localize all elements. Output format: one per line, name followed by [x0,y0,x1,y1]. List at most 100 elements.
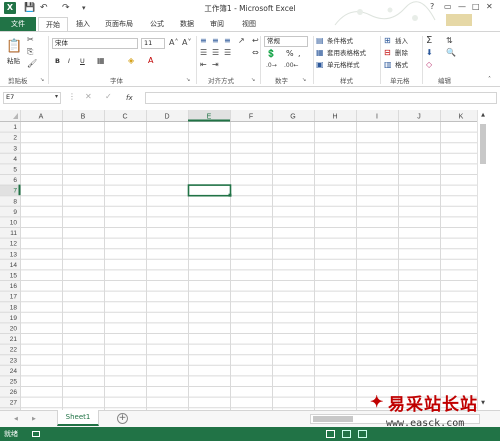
cancel-icon[interactable]: ✕ [85,92,92,102]
formula-input[interactable] [145,92,497,104]
format-as-table-button[interactable]: 套用表格格式 [327,48,366,58]
fill-color-icon[interactable]: ◈ [128,56,134,66]
column-header[interactable]: A [39,114,44,121]
row-header[interactable]: 2 [13,135,17,142]
align-left-icon[interactable]: ☰ [200,48,207,58]
number-format-select[interactable]: 常规 [264,36,308,47]
name-box-dropdown-icon[interactable]: ▾ [55,92,58,102]
percent-button[interactable]: % [286,49,294,59]
row-header[interactable]: 6 [13,177,17,184]
row-header[interactable]: 18 [10,304,18,311]
fill-handle[interactable] [228,193,232,197]
format-cells-icon[interactable]: ▥ [384,60,392,70]
paste-icon[interactable]: 📋 [6,38,22,56]
tab-formulas[interactable]: 公式 [144,17,170,31]
column-header[interactable]: I [376,114,378,121]
worksheet-grid[interactable]: A B C D E F G H I J K 1 2 3 4 5 6 7 8 9 10 11 12 13 14 15 16 17 18 19… [0,110,477,410]
row-header[interactable]: 7 [13,188,17,195]
row-header[interactable]: 1 [13,124,17,131]
macro-record-icon[interactable] [32,431,40,437]
wrap-text-icon[interactable]: ↩ [252,36,259,46]
row-header[interactable]: 9 [13,209,17,216]
ribbon-display-button[interactable]: ▭ [444,1,452,13]
insert-function-button[interactable]: fx [126,93,133,103]
tab-view[interactable]: 视图 [236,17,262,31]
row-header[interactable]: 22 [10,347,18,354]
close-button[interactable]: ✕ [486,1,493,13]
row-header[interactable]: 23 [10,357,18,364]
vertical-scrollbar[interactable]: ▲ ▼ [477,110,487,410]
increase-indent-icon[interactable]: ⇥ [212,60,219,70]
find-select-icon[interactable]: 🔍 [446,48,456,58]
insert-cells-icon[interactable]: ⊞ [384,36,391,46]
cell-styles-icon[interactable]: ▣ [316,60,324,70]
font-name-select[interactable]: 宋体 [52,38,138,49]
font-color-icon[interactable]: A [148,56,153,66]
decrease-decimal-icon[interactable]: .00← [284,61,299,71]
row-header[interactable]: 19 [10,315,18,322]
align-middle-icon[interactable]: ≡ [212,36,219,46]
italic-button[interactable]: I [68,56,70,66]
row-header[interactable]: 20 [10,326,18,333]
active-cell-e7[interactable] [187,184,232,197]
orientation-icon[interactable]: ↗ [238,36,245,46]
format-as-table-icon[interactable]: ▦ [316,48,324,58]
normal-view-icon[interactable] [326,430,335,438]
row-header[interactable]: 17 [10,294,18,301]
row-header[interactable]: 12 [10,241,18,248]
column-header[interactable]: E [207,114,212,121]
row-header[interactable]: 4 [13,156,17,163]
sheet-tab[interactable]: Sheet1 [57,410,99,426]
alignment-launcher-icon[interactable]: ↘ [251,75,255,85]
sort-filter-icon[interactable]: ⇅ [446,36,453,46]
row-header[interactable]: 8 [13,198,17,205]
delete-cells-icon[interactable]: ⊟ [384,48,391,58]
tab-data[interactable]: 数据 [174,17,200,31]
align-center-icon[interactable]: ☰ [212,48,219,58]
tab-review[interactable]: 审阅 [204,17,230,31]
tab-home[interactable]: 开始 [38,17,68,31]
merge-center-icon[interactable]: ⇔ [252,48,259,58]
row-header[interactable]: 14 [10,262,18,269]
minimize-button[interactable]: — [458,1,466,13]
clipboard-launcher-icon[interactable]: ↘ [40,75,44,85]
maximize-button[interactable]: □ [472,1,480,13]
row-header[interactable]: 27 [10,400,18,407]
row-header[interactable]: 15 [10,273,18,280]
column-header[interactable]: G [290,114,295,121]
column-header[interactable]: H [332,114,337,121]
row-header[interactable]: 24 [10,368,18,375]
help-button[interactable]: ? [430,1,434,13]
font-launcher-icon[interactable]: ↘ [186,75,190,85]
tab-page-layout[interactable]: 页面布局 [98,17,140,31]
bold-button[interactable]: B [55,56,60,66]
prev-sheet-button[interactable]: ◀ [14,414,18,424]
conditional-formatting-icon[interactable]: ▤ [316,36,324,46]
fill-icon[interactable]: ⬇ [426,48,433,58]
column-header[interactable]: D [164,114,169,121]
name-box[interactable]: E7 [3,92,61,104]
clear-icon[interactable]: ◇ [426,60,432,70]
autosum-icon[interactable]: Σ [426,36,432,46]
format-cells-button[interactable]: 格式 [395,60,408,70]
accounting-format-icon[interactable]: 💲 [266,49,276,59]
cell-styles-button[interactable]: 单元格样式 [327,60,360,70]
scroll-up-icon[interactable]: ▲ [478,110,488,120]
next-sheet-button[interactable]: ▶ [32,414,36,424]
conditional-formatting-button[interactable]: 条件格式 [327,36,353,46]
row-header[interactable]: 3 [13,145,17,152]
underline-button[interactable]: U [80,56,85,66]
increase-font-icon[interactable]: A˄ [169,38,178,48]
tab-file[interactable]: 文件 [0,17,36,31]
enter-icon[interactable]: ✓ [105,92,112,102]
number-launcher-icon[interactable]: ↘ [302,75,306,85]
row-header[interactable]: 16 [10,283,18,290]
decrease-indent-icon[interactable]: ⇤ [200,60,207,70]
format-painter-icon[interactable]: 🖌 [27,59,37,69]
row-header[interactable]: 25 [10,379,18,386]
row-header[interactable]: 11 [10,230,17,237]
column-header[interactable]: F [249,114,253,121]
column-header[interactable]: J [417,114,421,121]
page-layout-view-icon[interactable] [342,430,351,438]
row-header[interactable]: 10 [10,220,18,227]
